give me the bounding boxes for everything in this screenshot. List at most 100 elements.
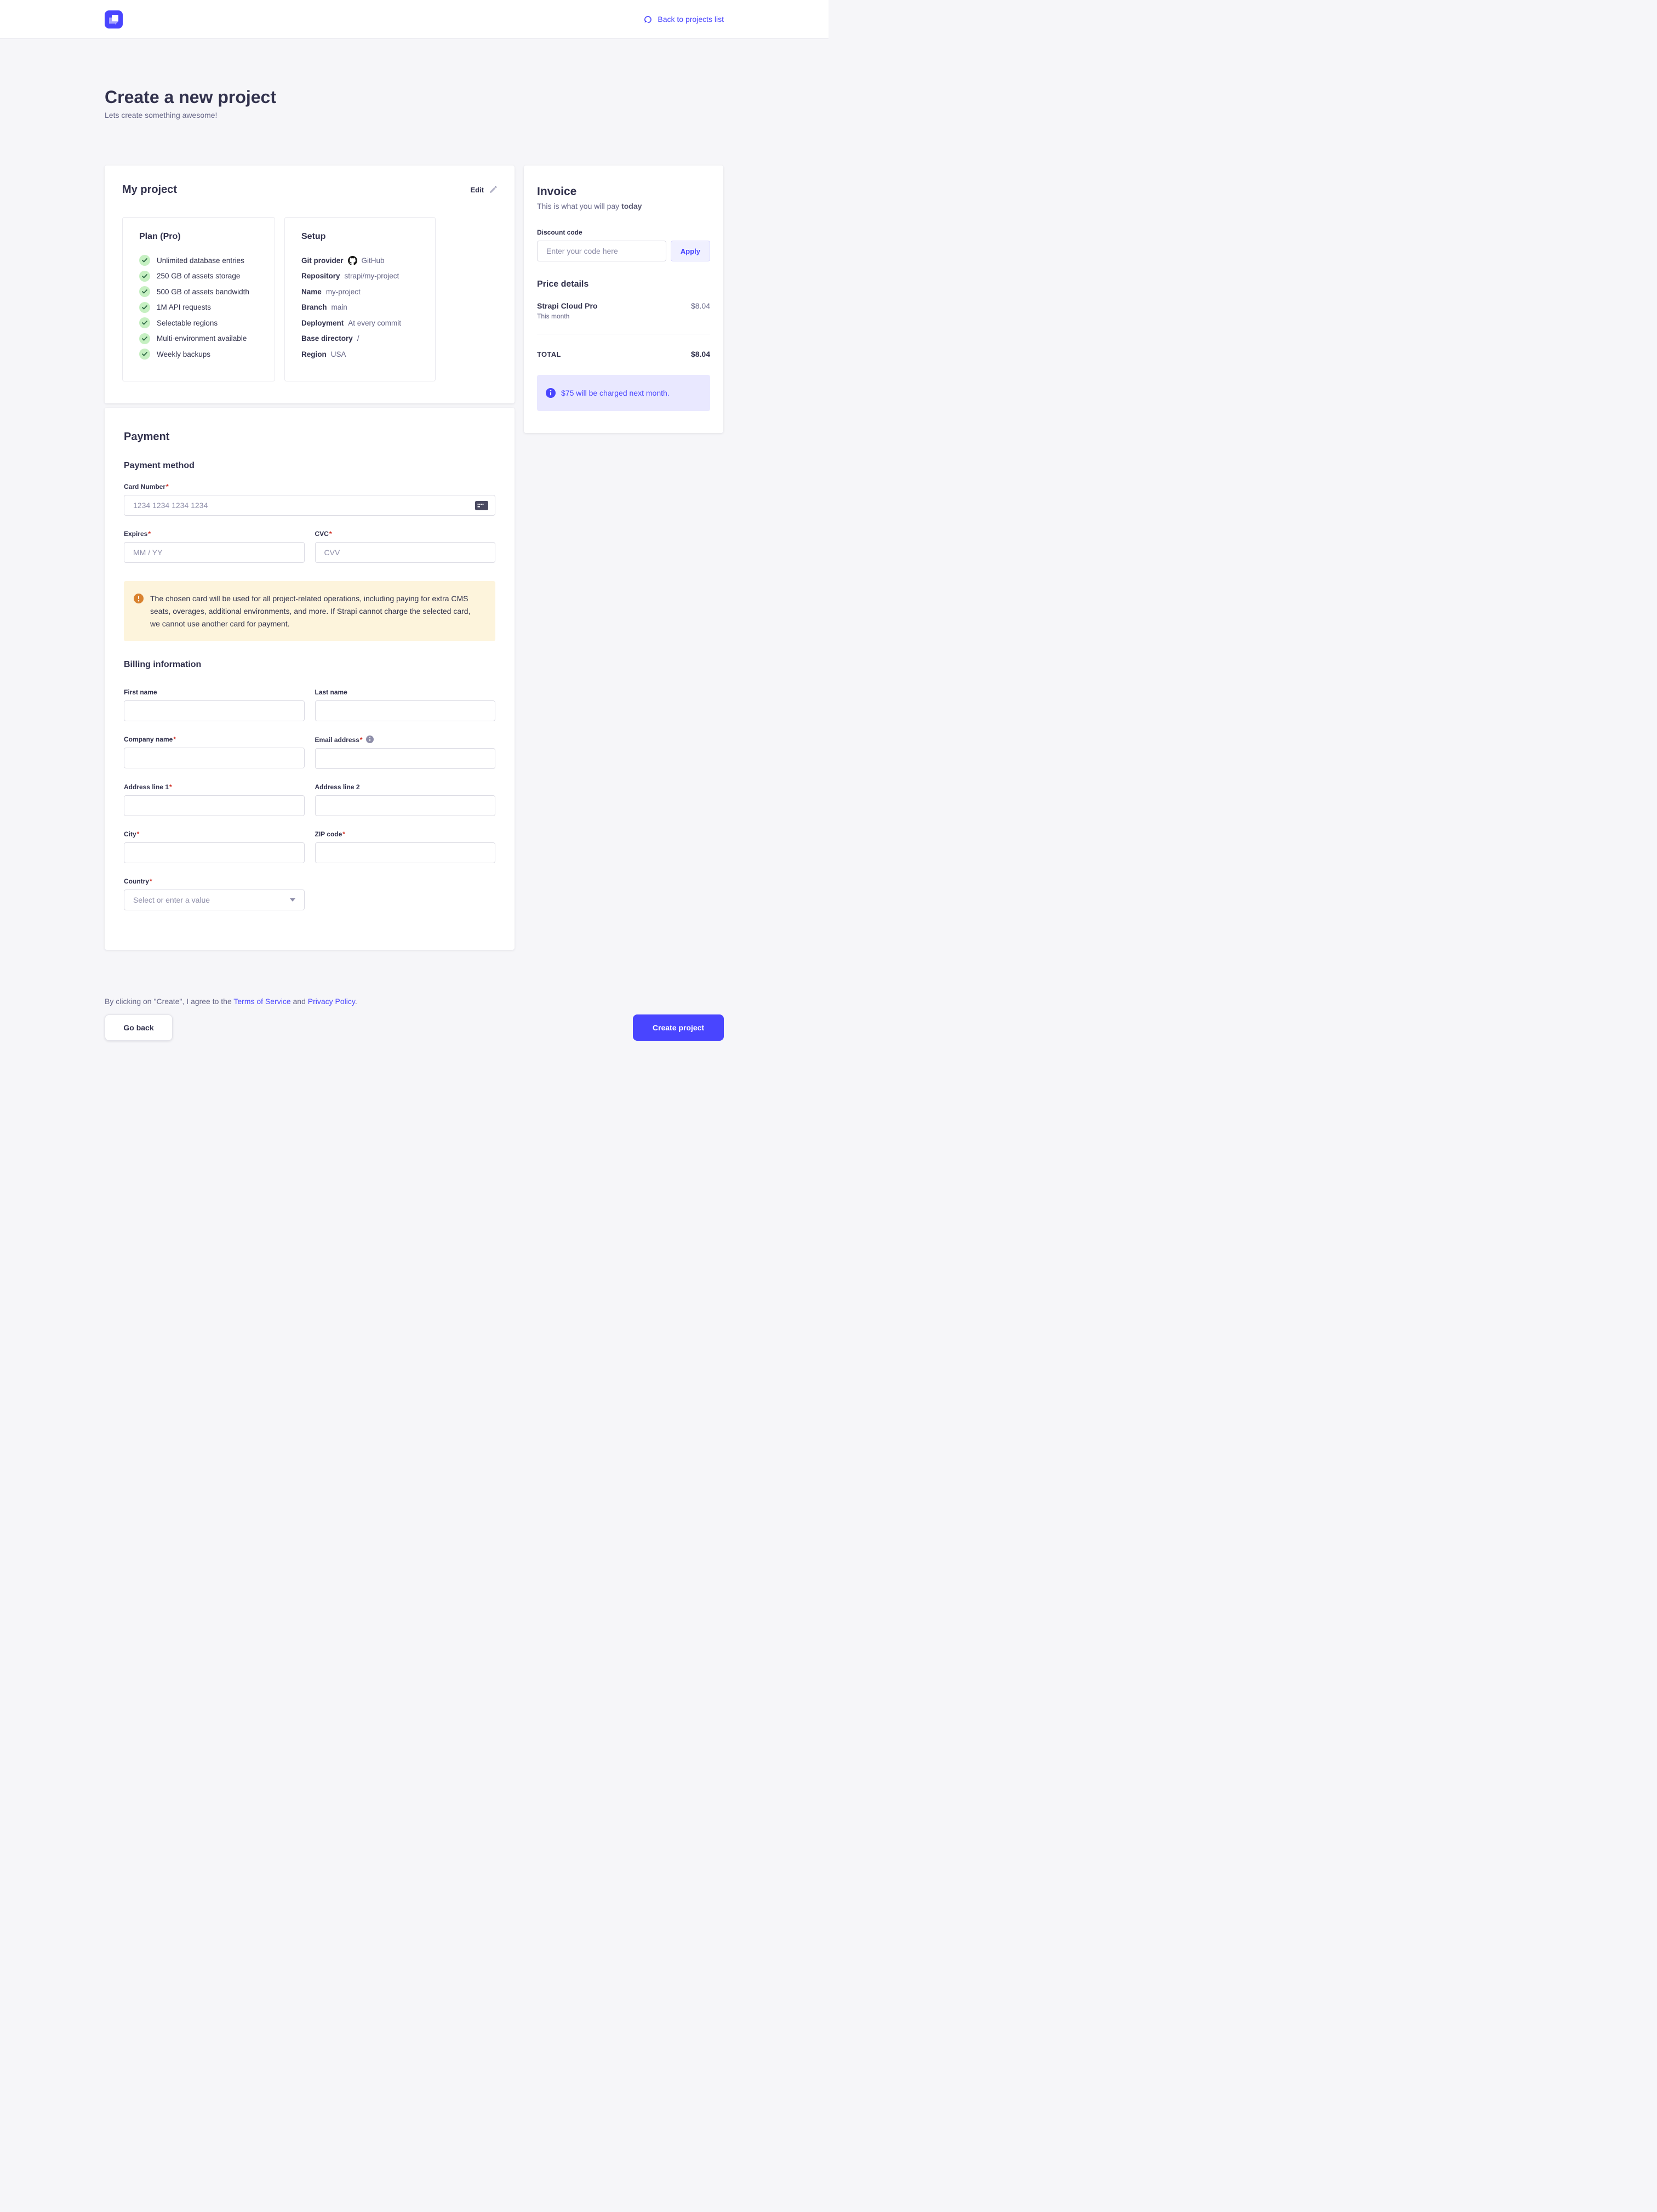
line-item-period: This month — [537, 312, 597, 320]
plan-title: Plan (Pro) — [139, 232, 258, 242]
privacy-policy-link[interactable]: Privacy Policy — [308, 997, 355, 1006]
city-input[interactable] — [124, 842, 305, 863]
card-number-field-group: Card Number* — [124, 483, 495, 516]
discount-code-input[interactable] — [537, 241, 666, 261]
city-label: City* — [124, 830, 305, 838]
setup-row: Name my-project — [301, 286, 419, 297]
country-field-group: Country* Select or enter a value — [124, 877, 305, 910]
required-asterisk: * — [329, 530, 332, 538]
chevron-down-icon — [290, 898, 295, 902]
warning-icon — [134, 594, 144, 603]
go-back-button[interactable]: Go back — [105, 1014, 173, 1041]
back-to-projects-link[interactable]: Back to projects list — [643, 14, 724, 24]
line-item-amount: $8.04 — [691, 301, 710, 320]
top-bar: Back to projects list — [0, 0, 828, 39]
check-icon — [139, 317, 150, 328]
expires-label: Expires* — [124, 530, 305, 538]
back-arrow-icon — [643, 14, 653, 24]
company-name-field-group: Company name* — [124, 736, 305, 769]
card-number-input[interactable] — [124, 495, 495, 516]
price-line-item: Strapi Cloud Pro This month $8.04 — [537, 301, 710, 320]
my-project-title: My project — [122, 184, 177, 196]
billing-information-title: Billing information — [124, 660, 495, 670]
email-info-icon — [366, 736, 374, 743]
total-amount: $8.04 — [691, 350, 710, 358]
expires-input[interactable] — [124, 542, 305, 563]
apply-discount-button[interactable]: Apply — [671, 241, 710, 261]
last-name-label: Last name — [315, 688, 496, 696]
next-month-charge-banner: $75 will be charged next month. — [537, 375, 710, 411]
country-select[interactable]: Select or enter a value — [124, 890, 305, 910]
cvc-label: CVC* — [315, 530, 496, 538]
last-name-input[interactable] — [315, 700, 496, 721]
address-line-2-input[interactable] — [315, 795, 496, 816]
setup-row: Branch main — [301, 302, 419, 313]
check-icon — [139, 286, 150, 297]
page-subtitle: Lets create something awesome! — [105, 111, 724, 119]
expires-field-group: Expires* — [124, 530, 305, 563]
card-usage-warning-text: The chosen card will be used for all pro… — [150, 592, 479, 630]
my-project-card: My project Edit Plan (Pro) — [105, 166, 515, 403]
price-details-title: Price details — [537, 280, 710, 289]
setup-row: Base directory / — [301, 333, 419, 344]
address-line-1-label: Address line 1* — [124, 783, 305, 791]
line-item-name: Strapi Cloud Pro — [537, 301, 597, 310]
plan-feature: Multi-environment available — [139, 333, 258, 344]
plan-feature-list: Unlimited database entries 250 GB of ass… — [139, 255, 258, 360]
payment-title: Payment — [124, 431, 495, 443]
setup-title: Setup — [301, 232, 419, 242]
check-icon — [139, 271, 150, 282]
city-field-group: City* — [124, 830, 305, 863]
cvc-input[interactable] — [315, 542, 496, 563]
invoice-title: Invoice — [537, 185, 710, 198]
address-line-1-field-group: Address line 1* — [124, 783, 305, 816]
first-name-label: First name — [124, 688, 305, 696]
back-link-label: Back to projects list — [658, 15, 724, 24]
next-month-charge-text: $75 will be charged next month. — [561, 389, 670, 397]
zip-code-input[interactable] — [315, 842, 496, 863]
terms-agreement-text: By clicking on "Create", I agree to the … — [105, 997, 724, 1006]
invoice-total-row: TOTAL $8.04 — [537, 350, 710, 358]
required-asterisk: * — [148, 530, 151, 538]
card-number-label: Card Number* — [124, 483, 495, 491]
plan-feature: 250 GB of assets storage — [139, 271, 258, 282]
edit-project-button[interactable]: Edit — [470, 186, 497, 194]
check-icon — [139, 302, 150, 313]
discount-code-group: Discount code Apply — [537, 229, 710, 261]
first-name-input[interactable] — [124, 700, 305, 721]
card-usage-warning-banner: The chosen card will be used for all pro… — [124, 581, 495, 641]
last-name-field-group: Last name — [315, 688, 496, 721]
plan-feature: Weekly backups — [139, 349, 258, 360]
terms-of-service-link[interactable]: Terms of Service — [233, 997, 290, 1006]
required-asterisk: * — [360, 736, 363, 744]
check-icon — [139, 333, 150, 344]
required-asterisk: * — [169, 783, 172, 791]
cvc-field-group: CVC* — [315, 530, 496, 563]
setup-row-git-provider: Git provider GitHub — [301, 255, 419, 266]
address-line-1-input[interactable] — [124, 795, 305, 816]
invoice-card: Invoice This is what you will pay today … — [524, 166, 723, 433]
plan-feature: Unlimited database entries — [139, 255, 258, 266]
create-project-button[interactable]: Create project — [633, 1014, 724, 1041]
email-address-field-group: Email address* — [315, 736, 496, 769]
invoice-subtitle: This is what you will pay today — [537, 202, 710, 210]
company-name-label: Company name* — [124, 736, 305, 743]
address-line-2-label: Address line 2 — [315, 783, 496, 791]
discount-code-label: Discount code — [537, 229, 710, 236]
total-label: TOTAL — [537, 350, 561, 358]
info-icon — [546, 388, 556, 398]
email-address-input[interactable] — [315, 748, 496, 769]
strapi-logo — [105, 10, 123, 28]
pencil-icon — [489, 186, 497, 194]
page-title: Create a new project — [105, 86, 724, 108]
required-asterisk: * — [173, 736, 176, 743]
company-name-input[interactable] — [124, 748, 305, 768]
strapi-logo-icon — [105, 10, 123, 28]
zip-code-label: ZIP code* — [315, 830, 496, 838]
country-label: Country* — [124, 877, 305, 885]
required-asterisk: * — [150, 877, 152, 885]
github-icon — [348, 256, 357, 265]
required-asterisk: * — [137, 830, 140, 838]
setup-row: Deployment At every commit — [301, 317, 419, 328]
setup-row: Region USA — [301, 349, 419, 360]
